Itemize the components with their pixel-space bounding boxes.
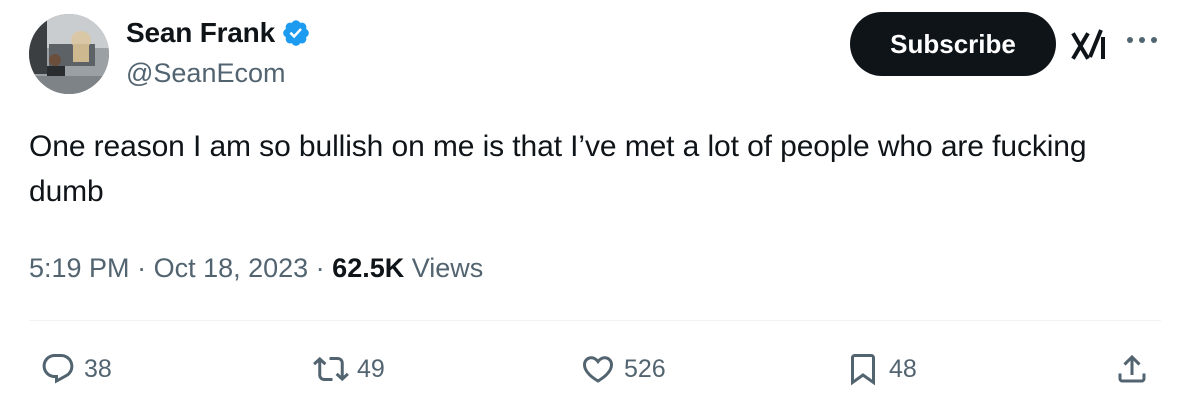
verified-badge-icon[interactable]: [281, 18, 311, 48]
share-icon: [1118, 354, 1146, 383]
subscribe-button[interactable]: Subscribe: [850, 12, 1056, 76]
more-icon[interactable]: [1124, 30, 1160, 50]
like-count: 526: [624, 354, 666, 383]
divider: [29, 320, 1161, 321]
like-button[interactable]: 526: [580, 349, 666, 389]
grok-icon[interactable]: [1070, 27, 1110, 63]
tweet-time[interactable]: 5:19 PM: [29, 253, 130, 283]
tweet-date[interactable]: Oct 18, 2023: [154, 253, 309, 283]
share-button[interactable]: [1114, 349, 1150, 389]
views-count: 62.5K: [332, 253, 405, 283]
tweet-text: One reason I am so bullish on me is that…: [29, 130, 1087, 208]
avatar-photo: [29, 14, 109, 94]
bookmark-count: 48: [889, 354, 917, 383]
meta-separator: ·: [129, 253, 154, 283]
retweet-count: 49: [357, 354, 385, 383]
reply-count: 38: [84, 354, 112, 383]
author-display-name[interactable]: Sean Frank: [126, 16, 275, 50]
retweet-button[interactable]: 49: [313, 349, 385, 389]
meta-separator: ·: [308, 253, 333, 283]
avatar[interactable]: [29, 14, 109, 94]
views-spacer: [404, 253, 412, 283]
tweet-card: Sean Frank @SeanEcom Subscribe One reaso…: [0, 0, 1192, 397]
heart-icon: [582, 356, 614, 383]
author-name-row: Sean Frank: [126, 16, 311, 50]
bookmark-button[interactable]: 48: [845, 349, 917, 389]
bookmark-icon: [851, 354, 875, 386]
reply-icon: [42, 354, 74, 384]
views-label: Views: [411, 253, 484, 283]
tweet-meta: 5:19 PM · Oct 18, 2023 · 62.5K Views: [29, 250, 483, 286]
retweet-icon: [313, 356, 349, 382]
reply-button[interactable]: 38: [40, 349, 112, 389]
author-handle[interactable]: @SeanEcom: [126, 57, 285, 89]
